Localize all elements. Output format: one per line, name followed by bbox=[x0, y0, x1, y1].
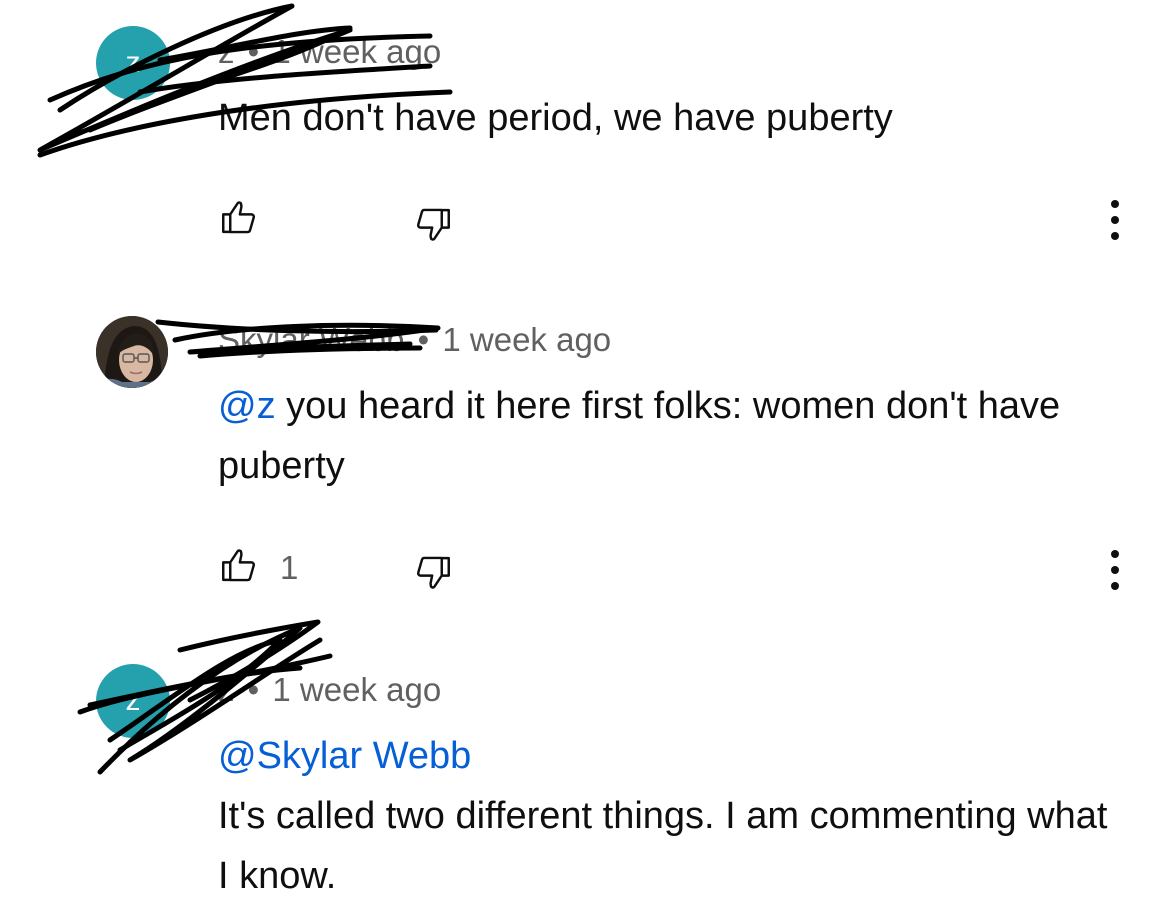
comment-time[interactable]: 1 week ago bbox=[442, 321, 611, 358]
comment-text: It's called two different things. I am c… bbox=[218, 795, 1108, 897]
comment-body: you heard it here first folks: women don… bbox=[218, 385, 1061, 487]
more-vertical-icon bbox=[1111, 550, 1119, 558]
thumbs-up-icon bbox=[222, 201, 256, 234]
comment-time[interactable]: 1 week ago bbox=[272, 33, 441, 70]
comment-body: Men don't have period, we have puberty bbox=[218, 97, 893, 139]
thumbs-down-icon bbox=[416, 208, 450, 241]
comment-author[interactable]: z bbox=[218, 33, 235, 70]
comment-text: @z you heard it here first folks: women … bbox=[218, 376, 1098, 496]
like-button[interactable] bbox=[218, 196, 260, 238]
meta-separator: • bbox=[417, 321, 430, 358]
comment-time[interactable]: 1 week ago bbox=[272, 671, 441, 708]
thumbs-up-icon bbox=[222, 549, 256, 582]
meta-separator: • bbox=[247, 33, 260, 70]
avatar[interactable]: z bbox=[96, 664, 170, 738]
avatar[interactable]: z bbox=[96, 26, 170, 100]
comment-author[interactable]: Skylar Webb bbox=[218, 321, 404, 358]
comment-text: Men don't have period, we have puberty bbox=[218, 88, 1118, 148]
avatar-photo bbox=[96, 316, 168, 388]
avatar-letter: z bbox=[125, 684, 141, 717]
meta-separator: • bbox=[247, 671, 260, 708]
comment-mention[interactable]: @z bbox=[218, 385, 276, 427]
comment-author[interactable]: z bbox=[218, 671, 235, 708]
comment-meta: z • 1 week ago bbox=[218, 32, 441, 72]
comment-meta: z • 1 week ago bbox=[218, 670, 441, 710]
comment-mention[interactable]: @Skylar Webb bbox=[218, 735, 471, 777]
comment-mention-line: @Skylar Webb bbox=[218, 726, 1118, 786]
dislike-button[interactable] bbox=[412, 204, 454, 246]
avatar-letter: z bbox=[125, 46, 141, 79]
more-button[interactable] bbox=[1100, 548, 1130, 592]
like-count: 1 bbox=[280, 549, 299, 586]
more-vertical-icon bbox=[1111, 200, 1119, 208]
like-button[interactable] bbox=[218, 544, 260, 586]
dislike-button[interactable] bbox=[412, 552, 454, 594]
thumbs-down-icon bbox=[416, 556, 450, 589]
comment-meta: Skylar Webb • 1 week ago bbox=[218, 320, 611, 360]
more-button[interactable] bbox=[1100, 198, 1130, 242]
avatar[interactable] bbox=[96, 316, 168, 388]
